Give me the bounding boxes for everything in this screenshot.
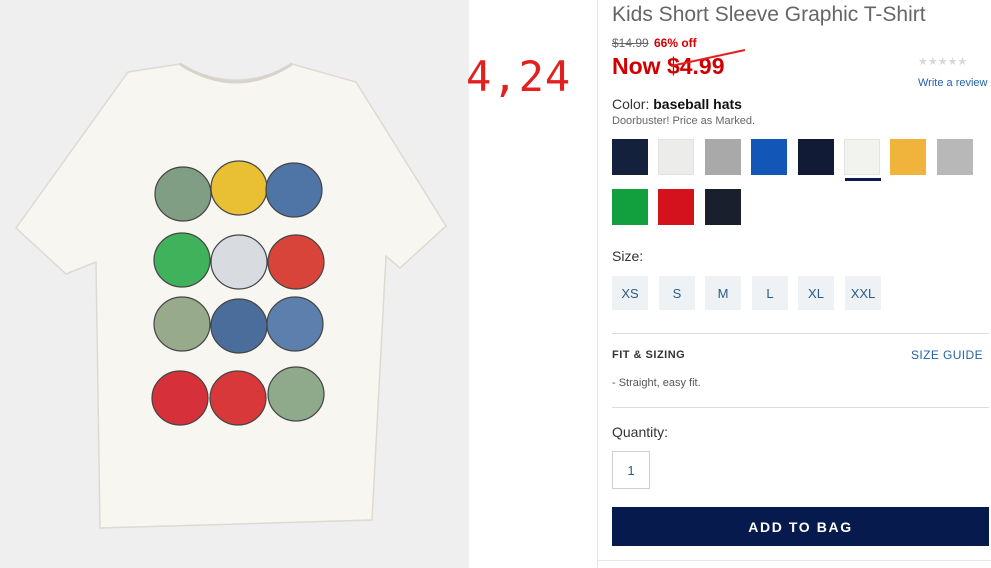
color-swatch[interactable] bbox=[751, 139, 788, 175]
quantity-input[interactable]: 1 bbox=[612, 451, 650, 489]
size-option-xl[interactable]: XL bbox=[798, 276, 834, 310]
color-swatch[interactable] bbox=[704, 189, 741, 225]
quantity-label: Quantity: bbox=[612, 424, 669, 440]
color-swatch[interactable] bbox=[612, 139, 648, 175]
size-label: Size: bbox=[612, 248, 644, 264]
color-swatch[interactable] bbox=[890, 139, 927, 175]
selected-swatch-indicator bbox=[845, 178, 881, 181]
color-label-prefix: Color: bbox=[612, 96, 650, 112]
color-swatch[interactable] bbox=[612, 189, 648, 225]
panel-divider bbox=[597, 560, 991, 561]
color-swatch[interactable] bbox=[658, 139, 695, 175]
color-swatch[interactable] bbox=[936, 139, 973, 175]
product-image[interactable] bbox=[0, 0, 469, 568]
color-swatch[interactable] bbox=[797, 139, 834, 175]
rating-stars: ★★★★★ bbox=[918, 56, 968, 68]
color-swatch[interactable] bbox=[844, 139, 880, 175]
size-guide-link[interactable]: SIZE GUIDE bbox=[911, 348, 983, 362]
write-review-link[interactable]: Write a review bbox=[918, 77, 987, 89]
size-option-xs[interactable]: XS bbox=[612, 276, 648, 310]
size-option-m[interactable]: M bbox=[705, 276, 741, 310]
color-label: Color: baseball hats bbox=[612, 96, 742, 112]
tshirt-illustration bbox=[15, 62, 447, 529]
selected-color-name: baseball hats bbox=[653, 96, 742, 112]
annotation-text: 4,24 bbox=[466, 52, 572, 101]
sale-price-prefix: Now bbox=[612, 53, 661, 79]
original-price: $14.99 bbox=[612, 36, 649, 50]
size-option-s[interactable]: S bbox=[659, 276, 695, 310]
size-option-l[interactable]: L bbox=[752, 276, 788, 310]
color-swatch[interactable] bbox=[704, 139, 741, 175]
fit-note: - Straight, easy fit. bbox=[612, 377, 701, 389]
fit-sizing-title: FIT & SIZING bbox=[612, 349, 686, 361]
size-option-xxl[interactable]: XXL bbox=[845, 276, 881, 310]
divider bbox=[612, 333, 989, 334]
color-swatch[interactable] bbox=[658, 189, 695, 225]
divider bbox=[612, 407, 989, 408]
price-strike-mark bbox=[670, 49, 746, 67]
product-title: Kids Short Sleeve Graphic T-Shirt bbox=[612, 3, 926, 26]
add-to-bag-button[interactable]: ADD TO BAG bbox=[612, 507, 989, 546]
color-note: Doorbuster! Price as Marked. bbox=[612, 115, 756, 127]
